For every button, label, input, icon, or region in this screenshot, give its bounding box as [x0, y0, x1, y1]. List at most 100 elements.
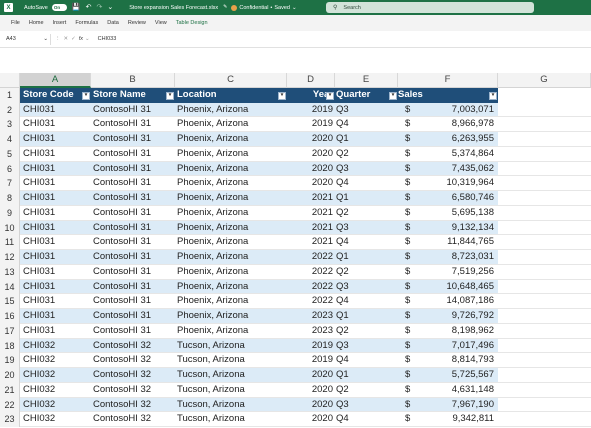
table-cell[interactable]: ContosoHI 31	[91, 176, 175, 191]
table-cell[interactable]: CHI031	[20, 176, 91, 191]
table-cell[interactable]: 2023	[287, 309, 335, 324]
table-cell[interactable]: CHI032	[20, 412, 91, 427]
table-cell[interactable]: ContosoHI 31	[91, 323, 175, 339]
sales-cell[interactable]: $5,374,864	[398, 146, 498, 162]
table-cell[interactable]: Q4	[335, 176, 398, 191]
row-number[interactable]: 21	[0, 382, 20, 398]
grid-cell[interactable]	[498, 221, 591, 236]
table-cell[interactable]: ContosoHI 31	[91, 205, 175, 221]
table-cell[interactable]: Q4	[335, 294, 398, 309]
filter-dropdown-icon[interactable]: ▾	[278, 91, 286, 100]
table-cell[interactable]: Q2	[335, 264, 398, 280]
table-header-cell[interactable]: Location ▾	[175, 87, 287, 103]
filter-dropdown-icon[interactable]: ▾	[166, 91, 174, 100]
table-cell[interactable]: ContosoHI 31	[91, 102, 175, 118]
row-number[interactable]: 13	[0, 264, 20, 280]
table-cell[interactable]: ContosoHI 31	[91, 220, 175, 236]
table-cell[interactable]: ContosoHI 32	[91, 397, 175, 413]
sales-cell[interactable]: $8,723,031	[398, 250, 498, 265]
table-cell[interactable]: ContosoHI 31	[91, 146, 175, 162]
table-cell[interactable]: Phoenix, Arizona	[175, 146, 287, 162]
table-cell[interactable]: Q1	[335, 309, 398, 324]
search-input[interactable]: ⚲ Search	[326, 2, 534, 13]
table-cell[interactable]: Tucson, Arizona	[175, 412, 287, 427]
sales-cell[interactable]: $4,631,148	[398, 382, 498, 398]
redo-icon[interactable]: ↷	[96, 4, 102, 11]
sales-cell[interactable]: $14,087,186	[398, 294, 498, 309]
sales-cell[interactable]: $7,017,496	[398, 338, 498, 354]
sales-cell[interactable]: $6,580,746	[398, 191, 498, 206]
grid-cell[interactable]	[498, 147, 591, 162]
table-cell[interactable]: 2019	[287, 353, 335, 368]
table-cell[interactable]: Phoenix, Arizona	[175, 235, 287, 250]
table-cell[interactable]: 2020	[287, 397, 335, 413]
table-cell[interactable]: 2020	[287, 412, 335, 427]
table-cell[interactable]: Phoenix, Arizona	[175, 250, 287, 265]
filter-dropdown-icon[interactable]: ▾	[389, 91, 397, 100]
cancel-icon[interactable]: ✕	[64, 36, 69, 42]
row-number[interactable]: 15	[0, 294, 20, 309]
table-cell[interactable]: ContosoHI 31	[91, 117, 175, 132]
sales-cell[interactable]: $10,648,465	[398, 279, 498, 295]
grid-cell[interactable]	[498, 117, 591, 132]
sales-cell[interactable]: $11,844,765	[398, 235, 498, 250]
insert-function-icon[interactable]: fx	[79, 36, 83, 42]
table-cell[interactable]: CHI031	[20, 117, 91, 132]
table-cell[interactable]: Q2	[335, 205, 398, 221]
grid-cell[interactable]	[498, 162, 591, 177]
name-box[interactable]: A43 ⌄	[4, 33, 51, 45]
row-number[interactable]: 4	[0, 132, 20, 147]
sales-cell[interactable]: $10,319,964	[398, 176, 498, 191]
table-cell[interactable]: Q2	[335, 382, 398, 398]
row-number[interactable]: 16	[0, 309, 20, 324]
row-number[interactable]: 7	[0, 176, 20, 191]
table-header-cell[interactable]: Year ▾	[287, 87, 335, 103]
grid-cell[interactable]	[498, 309, 591, 324]
table-cell[interactable]: 2021	[287, 205, 335, 221]
table-cell[interactable]: ContosoHI 32	[91, 338, 175, 354]
grid-cell[interactable]	[498, 191, 591, 206]
tab-table-design[interactable]: Table Design	[176, 20, 208, 26]
table-cell[interactable]: Q2	[335, 146, 398, 162]
row-number[interactable]: 6	[0, 161, 20, 177]
table-cell[interactable]: CHI031	[20, 279, 91, 295]
sales-cell[interactable]: $9,132,134	[398, 220, 498, 236]
sales-cell[interactable]: $5,725,567	[398, 368, 498, 383]
select-all-corner[interactable]	[0, 73, 20, 88]
row-number[interactable]: 10	[0, 220, 20, 236]
grid-cell[interactable]	[498, 250, 591, 265]
table-cell[interactable]: ContosoHI 32	[91, 368, 175, 383]
edit-filename-icon[interactable]: ✎	[223, 4, 227, 11]
column-header-e[interactable]: E	[335, 73, 398, 88]
sales-cell[interactable]: $9,726,792	[398, 309, 498, 324]
grid-cell[interactable]	[498, 176, 591, 191]
grid-cell[interactable]	[498, 206, 591, 221]
table-cell[interactable]: CHI032	[20, 382, 91, 398]
filter-dropdown-icon[interactable]: ▾	[326, 91, 334, 100]
table-header-cell[interactable]: Store Code ▾	[20, 87, 91, 103]
table-cell[interactable]: ContosoHI 31	[91, 191, 175, 206]
row-number[interactable]: 5	[0, 146, 20, 162]
table-cell[interactable]: Q3	[335, 161, 398, 177]
column-header-d[interactable]: D	[287, 73, 335, 88]
table-cell[interactable]: Tucson, Arizona	[175, 338, 287, 354]
column-header-a[interactable]: A	[20, 73, 91, 88]
table-cell[interactable]: CHI031	[20, 250, 91, 265]
table-cell[interactable]: Phoenix, Arizona	[175, 205, 287, 221]
sales-cell[interactable]: $5,695,138	[398, 205, 498, 221]
table-cell[interactable]: 2022	[287, 250, 335, 265]
table-cell[interactable]: CHI031	[20, 220, 91, 236]
grid-cell[interactable]	[498, 398, 591, 413]
undo-icon[interactable]: ↶	[86, 4, 92, 11]
row-number[interactable]: 18	[0, 338, 20, 354]
table-cell[interactable]: ContosoHI 31	[91, 250, 175, 265]
tab-file[interactable]: File	[11, 20, 20, 26]
table-cell[interactable]: 2021	[287, 235, 335, 250]
table-cell[interactable]: Q2	[335, 323, 398, 339]
table-cell[interactable]: Tucson, Arizona	[175, 353, 287, 368]
table-cell[interactable]: CHI031	[20, 294, 91, 309]
table-cell[interactable]: ContosoHI 31	[91, 235, 175, 250]
sales-cell[interactable]: $7,435,062	[398, 161, 498, 177]
table-cell[interactable]: CHI031	[20, 102, 91, 118]
sales-cell[interactable]: $8,814,793	[398, 353, 498, 368]
